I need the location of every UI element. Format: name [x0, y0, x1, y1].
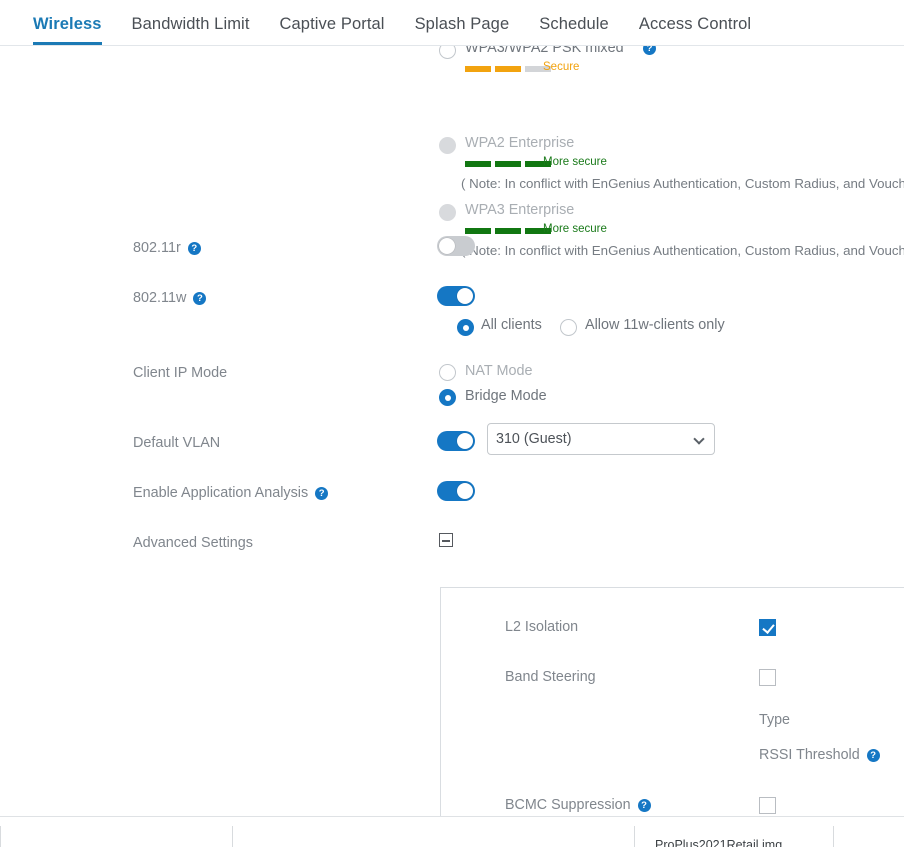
download-separator: [833, 826, 834, 847]
radio-all-clients[interactable]: [457, 319, 474, 336]
tab-captive-portal[interactable]: Captive Portal: [280, 15, 385, 45]
radio-wpa2-enterprise[interactable]: [439, 137, 456, 154]
toggle-802-11w[interactable]: [437, 286, 475, 306]
label-rssi-threshold: RSSI Threshold?: [759, 747, 880, 763]
label-band-steering: Band Steering: [505, 669, 596, 685]
label-bcmc-suppression: BCMC Suppression?: [505, 797, 651, 813]
tab-splash-page[interactable]: Splash Page: [415, 15, 510, 45]
download-separator: [232, 826, 233, 847]
toggle-default-vlan[interactable]: [437, 431, 475, 451]
strength-bars-wpa2-enterprise: [465, 161, 551, 167]
vlan-select-wrapper: 310 (Guest): [487, 423, 715, 455]
label-application-analysis-text: Enable Application Analysis: [133, 485, 309, 501]
label-802-11r: 802.11r?: [133, 240, 201, 256]
radio-allow-11w-clients-only[interactable]: [560, 319, 577, 336]
label-allow-11w-clients-only: Allow 11w-clients only: [585, 317, 725, 333]
help-icon-rssi-threshold[interactable]: ?: [866, 749, 880, 762]
tab-wireless[interactable]: Wireless: [33, 15, 102, 45]
settings-content: WPA3/WPA2 PSK mixed ? Secure WPA2 Enterp…: [0, 40, 904, 836]
label-802-11w: 802.11w?: [133, 290, 207, 306]
label-bridge-mode: Bridge Mode: [465, 388, 547, 404]
label-all-clients: All clients: [481, 317, 542, 333]
tab-access-control[interactable]: Access Control: [639, 15, 751, 45]
label-802-11w-text: 802.11w: [133, 290, 187, 306]
strength-label: More secure: [543, 156, 607, 168]
help-icon-bcmc-suppression[interactable]: ?: [637, 799, 651, 812]
tab-bandwidth-limit[interactable]: Bandwidth Limit: [132, 15, 250, 45]
strength-bars-wpa3-enterprise: [465, 228, 551, 234]
security-option-note: ( Note: In conflict with EnGenius Authen…: [461, 176, 904, 191]
advanced-settings-panel: L2 Isolation Band Steering Type RSSI Thr…: [440, 587, 904, 836]
radio-nat-mode[interactable]: [439, 364, 456, 381]
radio-wpa3-enterprise[interactable]: [439, 204, 456, 221]
help-icon-802-11r[interactable]: ?: [187, 242, 201, 255]
security-option-label: WPA2 Enterprise: [465, 135, 575, 151]
strength-label: More secure: [543, 223, 607, 235]
label-802-11r-text: 802.11r: [133, 240, 181, 256]
security-option-note: ( Note: In conflict with EnGenius Authen…: [461, 243, 904, 258]
label-nat-mode: NAT Mode: [465, 363, 533, 379]
tab-schedule[interactable]: Schedule: [539, 15, 609, 45]
label-application-analysis: Enable Application Analysis?: [133, 485, 329, 501]
checkbox-band-steering[interactable]: [759, 669, 776, 686]
strength-bars-wpa3-wpa2-psk-mixed: [465, 66, 551, 72]
tab-bar: Wireless Bandwidth Limit Captive Portal …: [0, 0, 904, 46]
label-l2-isolation: L2 Isolation: [505, 619, 579, 635]
toggle-802-11r[interactable]: [437, 236, 475, 256]
download-separator: [634, 826, 635, 847]
label-default-vlan: Default VLAN: [133, 435, 221, 451]
help-icon-application-analysis[interactable]: ?: [315, 487, 329, 500]
strength-label: Secure: [543, 61, 580, 73]
toggle-application-analysis[interactable]: [437, 481, 475, 501]
checkbox-bcmc-suppression[interactable]: [759, 797, 776, 814]
label-type: Type: [759, 712, 790, 728]
radio-bridge-mode[interactable]: [439, 389, 456, 406]
download-item-filename[interactable]: ProPlus2021Retail.img: [655, 838, 782, 847]
download-bar: ProPlus2021Retail.img: [0, 817, 904, 847]
vlan-select[interactable]: 310 (Guest): [487, 423, 715, 455]
security-option-label: WPA3 Enterprise: [465, 202, 575, 218]
label-bcmc-suppression-text: BCMC Suppression: [505, 797, 631, 813]
label-client-ip-mode: Client IP Mode: [133, 365, 228, 381]
label-advanced-settings: Advanced Settings: [133, 535, 254, 551]
help-icon-802-11w[interactable]: ?: [193, 292, 207, 305]
page-root: Wireless Bandwidth Limit Captive Portal …: [0, 0, 904, 847]
collapse-minus-icon[interactable]: [439, 533, 453, 547]
label-rssi-threshold-text: RSSI Threshold: [759, 747, 860, 763]
checkbox-l2-isolation[interactable]: [759, 619, 776, 636]
download-separator: [0, 826, 1, 847]
